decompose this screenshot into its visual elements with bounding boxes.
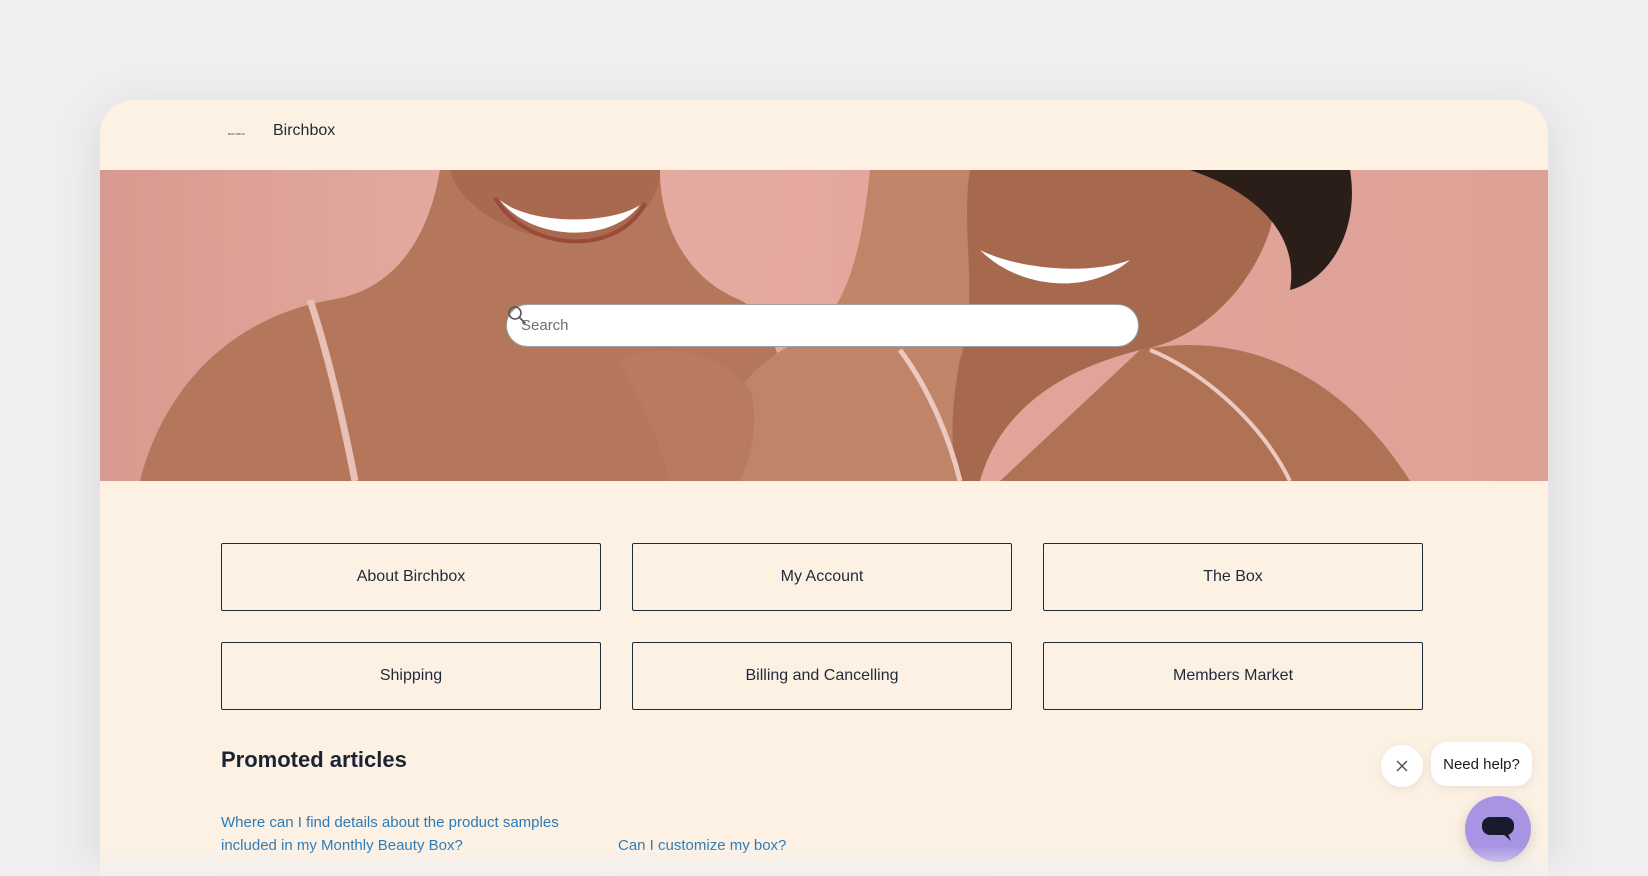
category-about-birchbox[interactable]: About Birchbox — [221, 543, 601, 611]
hero-banner — [100, 170, 1548, 481]
search-input[interactable] — [521, 317, 1081, 334]
help-center-window: BIRCHBOX Birchbox Search About Birchbox … — [100, 100, 1548, 876]
search-icon — [508, 306, 526, 324]
promoted-article-link[interactable]: Can I customize my box? — [618, 834, 998, 857]
category-members-market[interactable]: Members Market — [1043, 642, 1423, 710]
close-icon — [1396, 760, 1408, 772]
category-my-account[interactable]: My Account — [632, 543, 1012, 611]
category-grid: About Birchbox My Account The Box Shippi… — [221, 543, 1423, 710]
article-divider — [221, 873, 596, 874]
logo-text: BIRCHBOX — [228, 132, 246, 136]
brand-name[interactable]: Birchbox — [273, 122, 335, 140]
chat-launcher-button[interactable] — [1465, 796, 1531, 862]
site-header: BIRCHBOX Birchbox — [100, 100, 1548, 170]
birchbox-logo[interactable]: BIRCHBOX — [228, 132, 254, 136]
chat-dismiss-button[interactable] — [1381, 745, 1423, 787]
category-billing-and-cancelling[interactable]: Billing and Cancelling — [632, 642, 1012, 710]
search-bar[interactable] — [506, 304, 1139, 347]
chat-icon — [1482, 817, 1514, 841]
article-divider — [618, 873, 993, 874]
category-the-box[interactable]: The Box — [1043, 543, 1423, 611]
promoted-articles-heading: Promoted articles — [221, 747, 407, 772]
category-shipping[interactable]: Shipping — [221, 642, 601, 710]
chat-prompt-bubble[interactable]: Need help? — [1431, 742, 1532, 786]
promoted-article-link[interactable]: Where can I find details about the produ… — [221, 811, 601, 857]
